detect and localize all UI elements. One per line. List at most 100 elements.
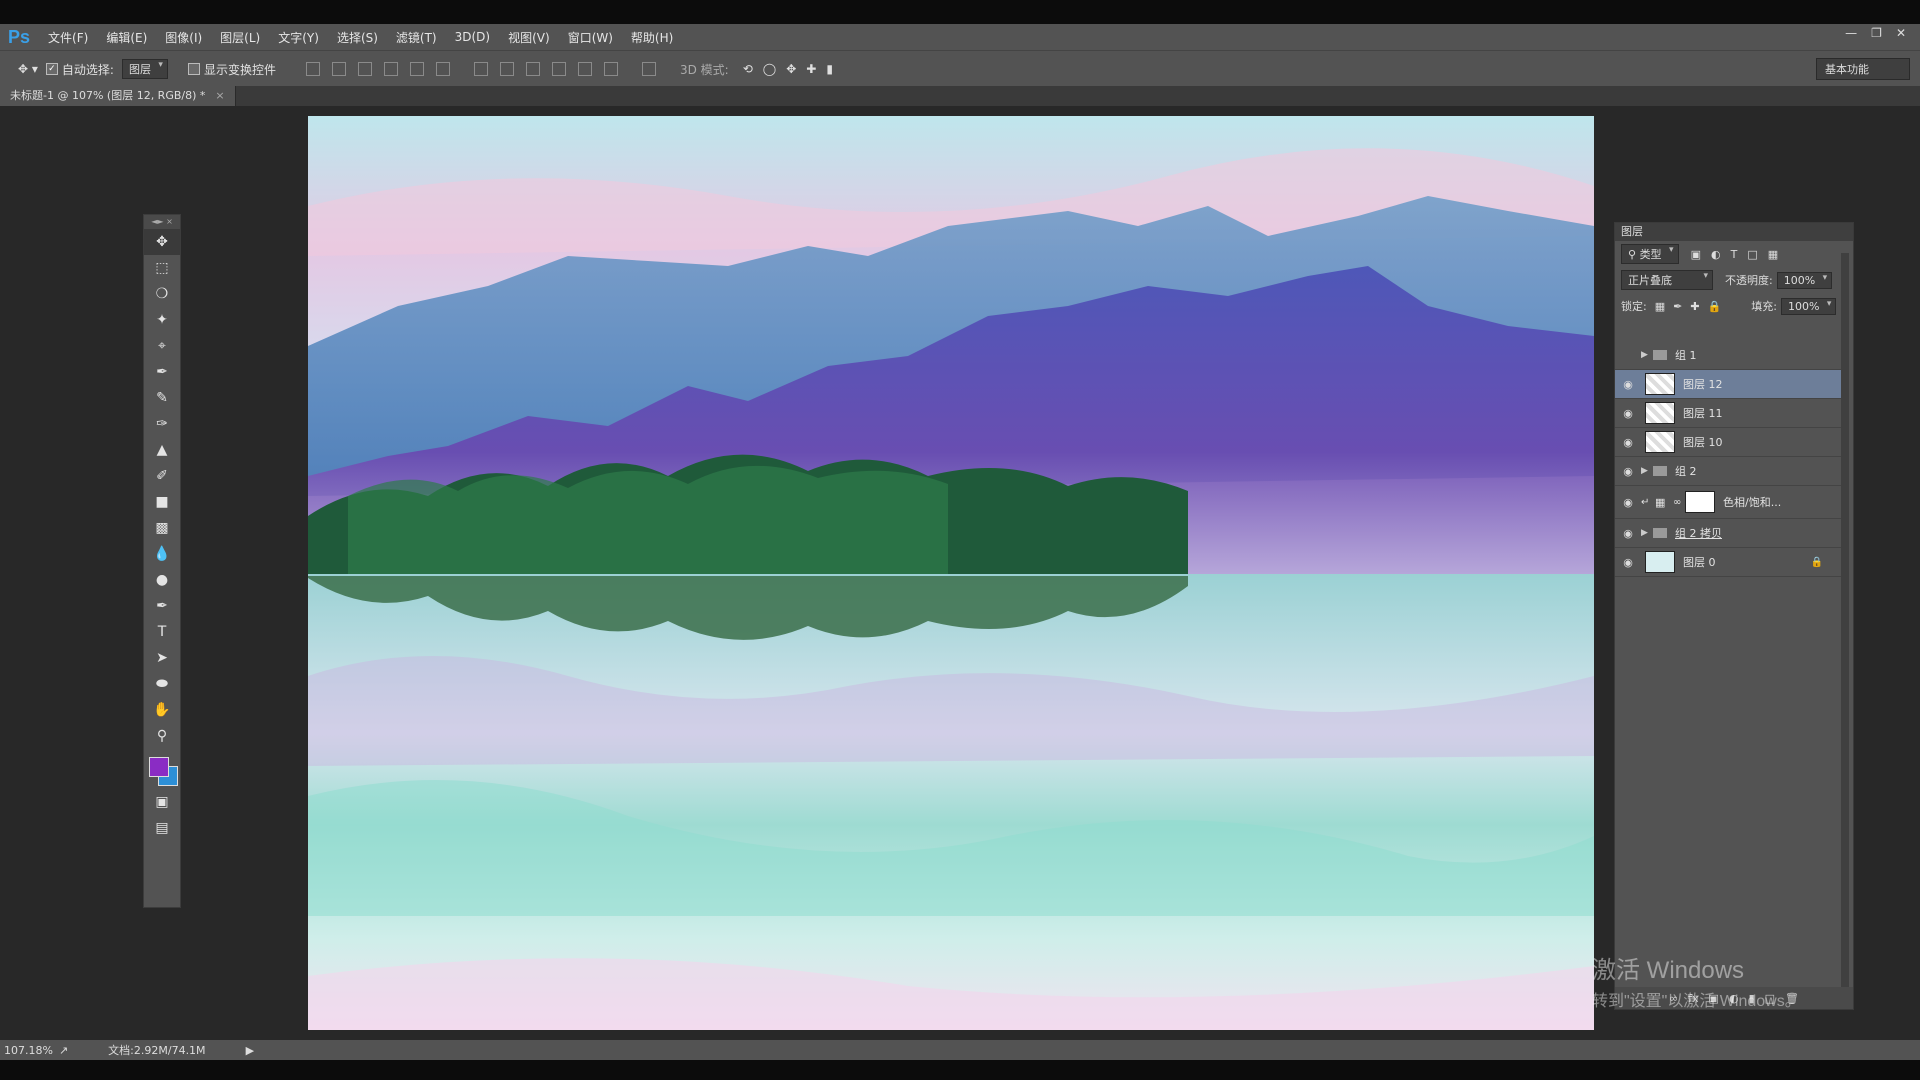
align-top-icon[interactable] [305, 62, 320, 76]
roll3d-icon[interactable]: ◯ [763, 62, 776, 76]
rotate3d-icon[interactable]: ⟲ [743, 62, 753, 76]
distribute-right-icon[interactable] [603, 62, 618, 76]
quick-mask-icon[interactable]: ▣ [144, 789, 180, 815]
align-vcenter-icon[interactable] [331, 62, 346, 76]
ellipse-tool-icon[interactable]: ⬬ [144, 671, 180, 697]
toolbox-grip[interactable]: ◄► × [144, 215, 180, 229]
expand-arrow-icon[interactable]: ▶ [1641, 466, 1653, 476]
screen-mode-icon[interactable]: ▤ [144, 815, 180, 841]
distribute-hcenter-icon[interactable] [577, 62, 592, 76]
expand-arrow-icon[interactable]: ▶ [1641, 528, 1653, 538]
document-tab[interactable]: 未标题-1 @ 107% (图层 12, RGB/8) * × [0, 86, 236, 106]
align-hcenter-icon[interactable] [409, 62, 424, 76]
lock-paint-icon[interactable]: ✒ [1673, 300, 1682, 313]
distribute-vcenter-icon[interactable] [499, 62, 514, 76]
lock-position-icon[interactable]: ✚ [1690, 300, 1699, 313]
show-transform-checkbox[interactable]: 显示变换控件 [187, 61, 276, 78]
eye-icon[interactable]: ◉ [1615, 378, 1641, 391]
eye-icon[interactable]: ◉ [1615, 465, 1641, 478]
menu-type[interactable]: 文字(Y) [278, 29, 319, 46]
brush-tool-icon[interactable]: ✑ [144, 411, 180, 437]
close-tab-icon[interactable]: × [215, 89, 224, 102]
foreground-color-swatch[interactable] [149, 757, 169, 777]
eye-icon[interactable]: ◉ [1615, 527, 1641, 540]
align-right-icon[interactable] [435, 62, 450, 76]
eye-icon[interactable]: ◉ [1615, 496, 1641, 509]
layer-row-layer11[interactable]: ◉ 图层 11 [1615, 399, 1841, 428]
filter-type-icon[interactable]: T [1731, 248, 1738, 261]
layer-row-group1[interactable]: ▶ 组 1 [1615, 341, 1841, 370]
document-canvas[interactable] [308, 116, 1594, 1030]
opacity-input[interactable]: 100% [1776, 271, 1833, 289]
dodge-tool-icon[interactable]: ● [144, 567, 180, 593]
distribute-top-icon[interactable] [473, 62, 488, 76]
menu-edit[interactable]: 编辑(E) [106, 29, 147, 46]
lock-pixels-icon[interactable]: ▦ [1655, 300, 1665, 313]
auto-select-checkbox[interactable]: ✓ 自动选择: [45, 61, 114, 78]
scale3d-icon[interactable]: ▮ [826, 62, 833, 76]
type-tool-icon[interactable]: T [144, 619, 180, 645]
crop-tool-icon[interactable]: ⌖ [144, 333, 180, 359]
menu-view[interactable]: 视图(V) [508, 29, 550, 46]
layer-row-layer0[interactable]: ◉ 图层 0 🔒 [1615, 548, 1841, 577]
history-brush-tool-icon[interactable]: ✐ [144, 463, 180, 489]
lasso-tool-icon[interactable]: ❍ [144, 281, 180, 307]
layers-scrollbar[interactable] [1841, 253, 1849, 993]
fill-input[interactable]: 100% [1780, 297, 1837, 315]
workspace-dropdown[interactable]: 基本功能 [1816, 58, 1910, 80]
expand-arrow-icon[interactable]: ▶ [1641, 350, 1653, 360]
layer-mask-thumbnail[interactable] [1685, 491, 1715, 513]
hand-tool-icon[interactable]: ✋ [144, 697, 180, 723]
lock-all-icon[interactable]: 🔒 [1708, 300, 1722, 313]
eraser-tool-icon[interactable]: ■ [144, 489, 180, 515]
menu-file[interactable]: 文件(F) [48, 29, 88, 46]
layer-row-layer10[interactable]: ◉ 图层 10 [1615, 428, 1841, 457]
auto-align-icon[interactable] [641, 62, 656, 76]
healing-brush-tool-icon[interactable]: ✎ [144, 385, 180, 411]
menu-3d[interactable]: 3D(D) [455, 30, 490, 44]
menu-window[interactable]: 窗口(W) [568, 29, 613, 46]
menu-select[interactable]: 选择(S) [337, 29, 378, 46]
auto-select-dropdown[interactable]: 图层 [121, 59, 168, 79]
align-bottom-icon[interactable] [357, 62, 372, 76]
minimize-icon[interactable]: — [1845, 26, 1857, 40]
gradient-tool-icon[interactable]: ▩ [144, 515, 180, 541]
pan3d-icon[interactable]: ✥ [786, 62, 796, 76]
path-selection-tool-icon[interactable]: ➤ [144, 645, 180, 671]
slide3d-icon[interactable]: ✚ [806, 62, 816, 76]
menu-help[interactable]: 帮助(H) [631, 29, 673, 46]
blend-mode-dropdown[interactable]: 正片叠底 [1621, 270, 1713, 290]
menu-layer[interactable]: 图层(L) [220, 29, 260, 46]
close-icon[interactable]: ✕ [1896, 26, 1906, 40]
eye-icon[interactable]: ◉ [1615, 556, 1641, 569]
menu-filter[interactable]: 滤镜(T) [396, 29, 437, 46]
magic-wand-tool-icon[interactable]: ✦ [144, 307, 180, 333]
filter-shape-icon[interactable]: □ [1747, 248, 1757, 261]
blur-tool-icon[interactable]: 💧 [144, 541, 180, 567]
distribute-left-icon[interactable] [551, 62, 566, 76]
layer-row-layer12[interactable]: ◉ 图层 12 [1615, 370, 1841, 399]
pen-tool-icon[interactable]: ✒ [144, 593, 180, 619]
menu-image[interactable]: 图像(I) [165, 29, 202, 46]
filter-smart-icon[interactable]: ▦ [1768, 248, 1778, 261]
status-menu-arrow-icon[interactable]: ▶ [246, 1044, 254, 1057]
filter-pixel-icon[interactable]: ▣ [1691, 248, 1701, 261]
move-tool-icon[interactable]: ✥ ▾ [18, 62, 38, 76]
layer-filter-dropdown[interactable]: ⚲ 类型 [1621, 244, 1679, 264]
zoom-tool-icon[interactable]: ⚲ [144, 723, 180, 749]
eye-icon[interactable]: ◉ [1615, 436, 1641, 449]
restore-icon[interactable]: ❐ [1871, 26, 1882, 40]
eye-icon[interactable]: ◉ [1615, 407, 1641, 420]
export-icon[interactable]: ↗ [59, 1044, 68, 1057]
layers-panel-tab[interactable]: 图层 [1615, 223, 1853, 241]
distribute-bottom-icon[interactable] [525, 62, 540, 76]
clone-stamp-tool-icon[interactable]: ▲ [144, 437, 180, 463]
layer-row-hue-saturation[interactable]: ◉ ↵ ▦ ∞ 色相/饱和... [1615, 486, 1841, 519]
layer-row-group2-copy[interactable]: ◉ ▶ 组 2 拷贝 [1615, 519, 1841, 548]
layer-row-group2[interactable]: ◉ ▶ 组 2 [1615, 457, 1841, 486]
align-left-icon[interactable] [383, 62, 398, 76]
eyedropper-tool-icon[interactable]: ✒ [144, 359, 180, 385]
move-tool-icon[interactable]: ✥ [144, 229, 180, 255]
filter-adjustment-icon[interactable]: ◐ [1711, 248, 1721, 261]
zoom-level[interactable]: 107.18% [4, 1044, 53, 1057]
